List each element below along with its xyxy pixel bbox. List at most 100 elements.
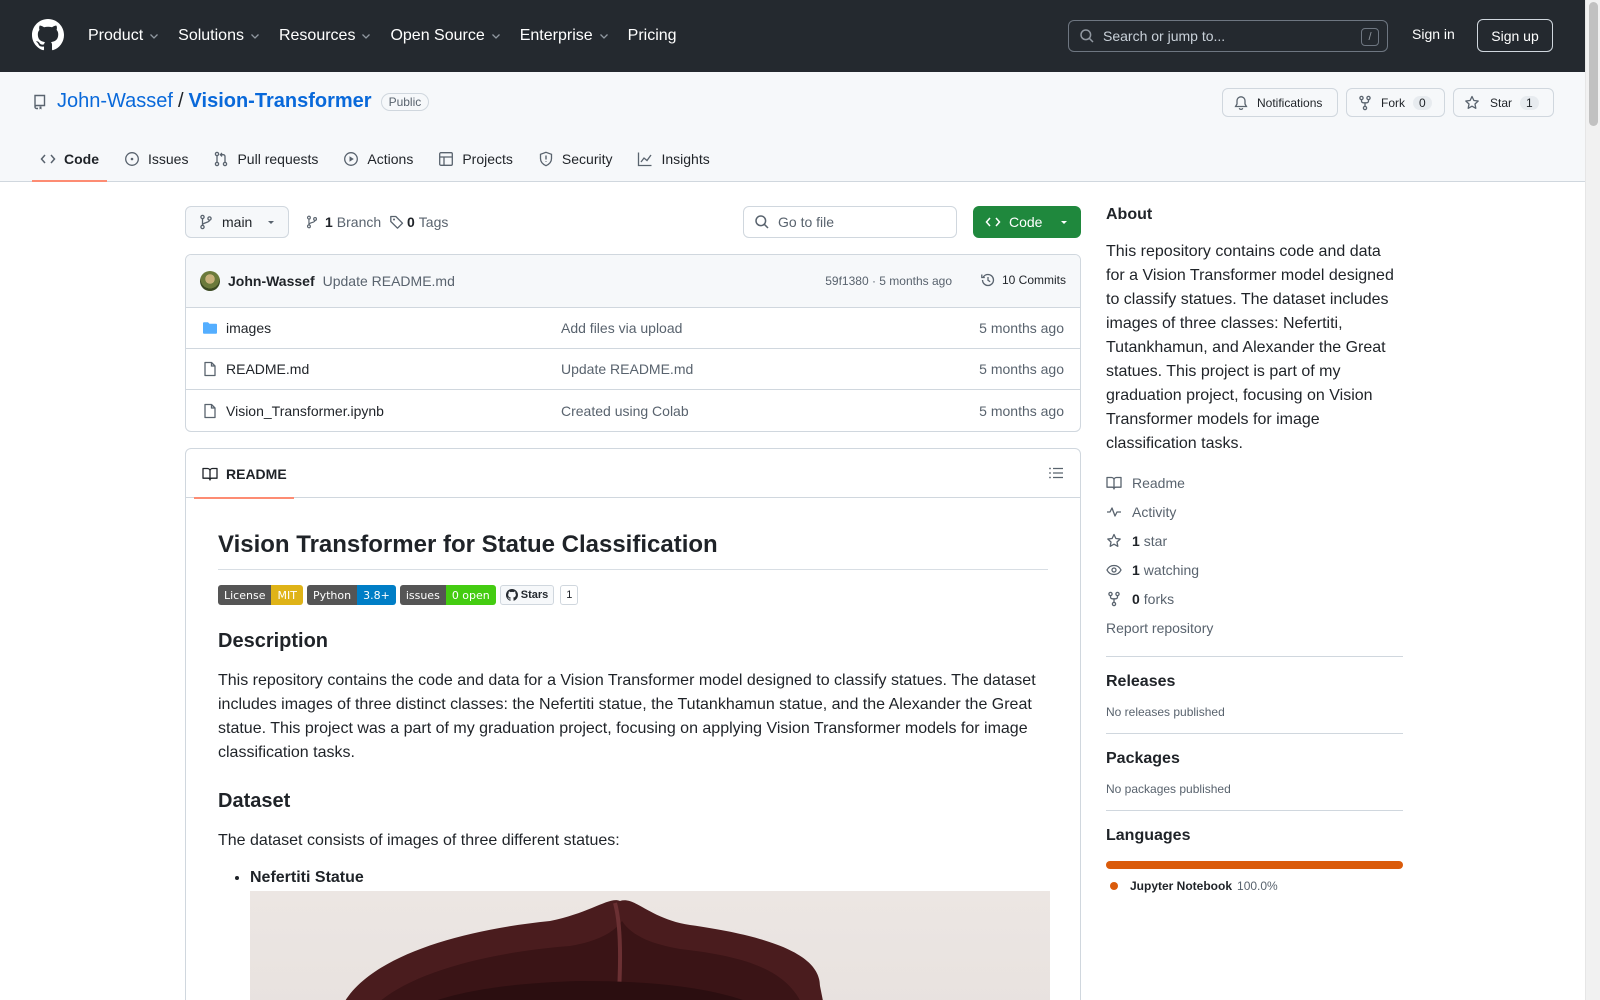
file-commit-date: 5 months ago — [979, 320, 1064, 336]
pulse-icon — [1106, 504, 1132, 520]
page-scrollbar[interactable] — [1585, 0, 1600, 1000]
releases-heading[interactable]: Releases — [1106, 673, 1403, 691]
nav-resources-label: Resources — [278, 27, 356, 44]
nav-open-source-label: Open Source — [390, 27, 485, 44]
go-to-file-placeholder: Go to file — [778, 214, 835, 230]
notifications-label: Notifications — [1257, 95, 1323, 110]
stars-count: 1 — [1132, 532, 1140, 549]
list-unordered-icon[interactable] — [1048, 465, 1064, 481]
nav-product[interactable]: Product — [88, 27, 160, 45]
badge-left: issues — [399, 585, 446, 605]
divider — [1106, 656, 1403, 657]
commit-hash-and-time[interactable]: 59f1380 · 5 months ago — [825, 274, 952, 288]
commit-author-link[interactable]: John-Wassef — [228, 273, 315, 289]
repo-header: John-Wassef / Vision-Transformer Public … — [0, 72, 1585, 182]
github-stars-label: Stars — [520, 589, 549, 601]
avatar[interactable] — [200, 271, 220, 291]
file-icon — [202, 403, 218, 419]
tab-pull-requests-label: Pull requests — [237, 151, 319, 167]
tag-count: 0 — [407, 214, 415, 230]
search-placeholder: Search or jump to... — [1103, 28, 1226, 44]
issue-icon — [124, 151, 148, 167]
watchers-link[interactable]: 1 watching — [1106, 555, 1403, 584]
activity-link[interactable]: Activity — [1106, 497, 1403, 526]
search-icon — [754, 214, 770, 230]
issues-badge[interactable]: issues 0 open — [399, 585, 496, 605]
file-name-link[interactable]: images — [226, 320, 271, 336]
github-stars-count[interactable]: 1 — [560, 585, 579, 605]
tags-link[interactable]: 0 Tags — [389, 214, 448, 230]
license-badge[interactable]: License MIT — [218, 585, 303, 605]
notifications-button[interactable]: Notifications — [1222, 88, 1338, 117]
tab-pull-requests[interactable]: Pull requests — [205, 136, 326, 182]
chevron-down-icon — [148, 30, 160, 42]
tab-projects[interactable]: Projects — [430, 136, 521, 182]
tab-insights[interactable]: Insights — [629, 136, 717, 182]
code-icon — [985, 214, 1001, 230]
global-search-input[interactable]: Search or jump to... / — [1068, 20, 1388, 52]
commit-message-link[interactable]: Update README.md — [323, 273, 455, 289]
stars-label: star — [1143, 532, 1168, 549]
readme-link[interactable]: Readme — [1106, 468, 1403, 497]
tab-readme[interactable]: README — [194, 449, 294, 499]
repo-name-link[interactable]: Vision-Transformer — [189, 90, 372, 113]
repo-path-separator: / — [177, 90, 184, 112]
tab-insights-label: Insights — [661, 151, 710, 167]
go-to-file-input[interactable]: Go to file — [743, 206, 957, 238]
nav-pricing[interactable]: Pricing — [628, 27, 677, 45]
scrollbar-thumb[interactable] — [1589, 2, 1598, 126]
fork-button[interactable]: Fork 0 — [1346, 88, 1445, 117]
file-row[interactable]: images Add files via upload 5 months ago — [186, 308, 1080, 349]
nav-open-source[interactable]: Open Source — [390, 27, 501, 45]
book-icon — [202, 466, 226, 482]
tag-icon — [389, 214, 405, 230]
forks-link[interactable]: 0 forks — [1106, 584, 1403, 613]
github-logo-icon[interactable] — [32, 19, 64, 51]
stars-link[interactable]: 1 star — [1106, 526, 1403, 555]
sign-up-button[interactable]: Sign up — [1477, 19, 1553, 52]
nav-pricing-label: Pricing — [627, 27, 677, 44]
file-name-link[interactable]: README.md — [226, 361, 309, 377]
branch-label: Branch — [336, 214, 382, 230]
dataset-list: Nefertiti Statue — [250, 869, 1048, 887]
tab-code[interactable]: Code — [32, 136, 107, 182]
nav-enterprise[interactable]: Enterprise — [520, 27, 610, 45]
sign-in-link[interactable]: Sign in — [1412, 26, 1455, 42]
file-commit-message[interactable]: Add files via upload — [561, 320, 682, 336]
search-icon — [1079, 28, 1095, 44]
file-row[interactable]: Vision_Transformer.ipynb Created using C… — [186, 390, 1080, 431]
tab-security[interactable]: Security — [530, 136, 621, 182]
commits-history-link[interactable]: 10 Commits — [980, 272, 1066, 288]
file-row[interactable]: README.md Update README.md 5 months ago — [186, 349, 1080, 390]
file-name-link[interactable]: Vision_Transformer.ipynb — [226, 403, 384, 419]
language-item[interactable]: Jupyter Notebook 100.0% — [1106, 879, 1403, 893]
branches-link[interactable]: 1 Branch — [305, 214, 381, 230]
branch-icon — [305, 214, 319, 230]
chevron-down-icon — [249, 30, 261, 42]
chevron-down-icon — [598, 30, 610, 42]
tab-issues[interactable]: Issues — [116, 136, 196, 182]
packages-heading[interactable]: Packages — [1106, 750, 1403, 768]
code-button-label: Code — [1009, 214, 1043, 230]
caret-down-icon — [1059, 217, 1069, 227]
python-badge[interactable]: Python 3.8+ — [306, 585, 396, 605]
readme-content: Vision Transformer for Statue Classifica… — [186, 531, 1080, 1000]
nav-resources[interactable]: Resources — [279, 27, 372, 45]
watching-label: watching — [1143, 561, 1200, 578]
report-repository-link[interactable]: Report repository — [1106, 613, 1403, 642]
tag-label: Tags — [418, 214, 449, 230]
star-button[interactable]: Star 1 — [1453, 88, 1554, 117]
global-header: Product Solutions Resources Open Source … — [0, 0, 1585, 72]
code-dropdown-button[interactable]: Code — [973, 206, 1081, 238]
repo-owner-link[interactable]: John-Wassef — [57, 90, 173, 113]
shield-icon — [538, 151, 562, 167]
github-stars-button[interactable]: Stars — [499, 585, 555, 605]
nefertiti-statue-image — [250, 891, 1050, 1000]
branch-selector[interactable]: main — [185, 206, 289, 238]
file-commit-message[interactable]: Created using Colab — [561, 403, 689, 419]
nav-solutions[interactable]: Solutions — [178, 27, 261, 45]
file-commit-message[interactable]: Update README.md — [561, 361, 693, 377]
star-icon — [1464, 95, 1480, 111]
branch-name: main — [222, 214, 253, 230]
tab-actions[interactable]: Actions — [335, 136, 421, 182]
